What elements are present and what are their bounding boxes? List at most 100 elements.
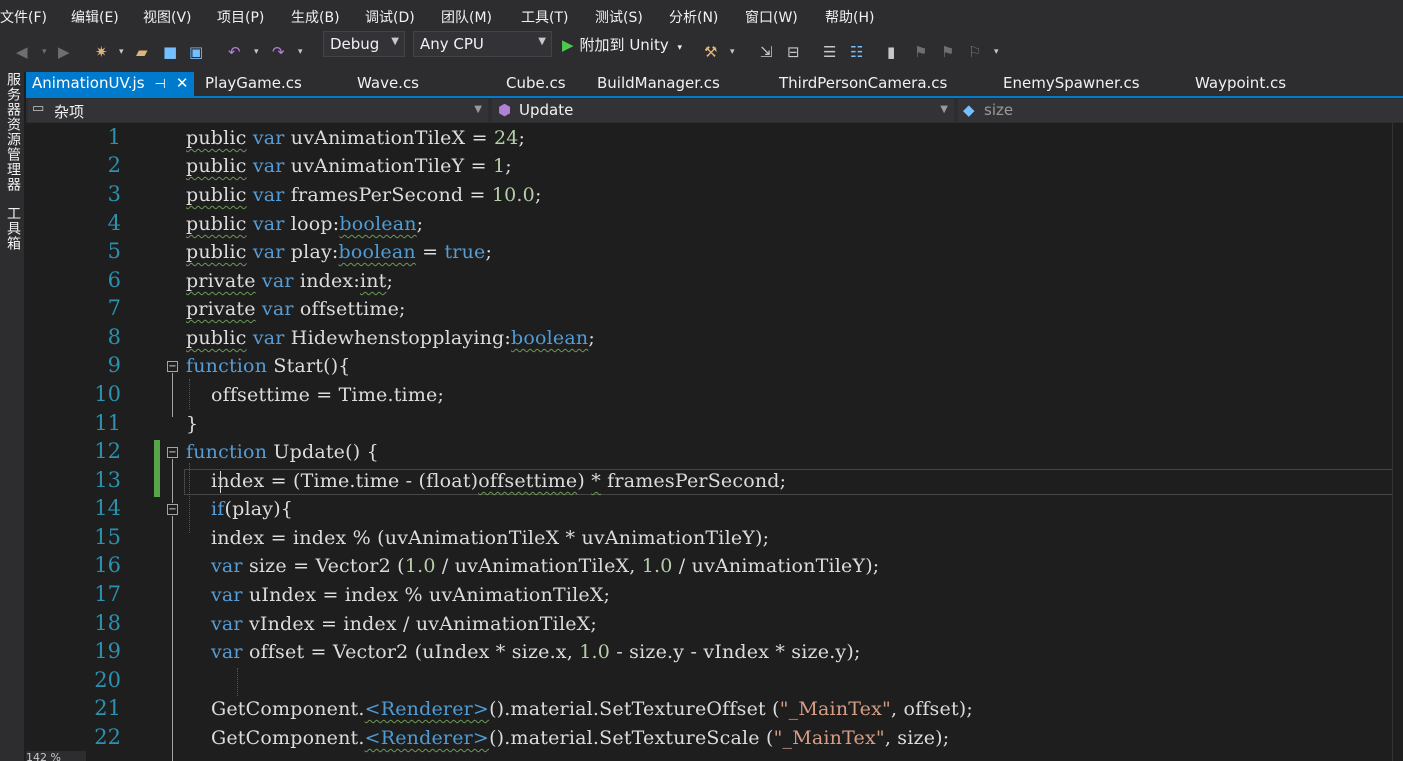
open-folder-icon[interactable]: ▰ (136, 42, 148, 62)
chevron-down-icon: ▼ (391, 36, 399, 47)
code-editor[interactable]: 1 2 3 4 5 6 7 8 9 10 11 12 13 14 15 16 17 18 19 20 21 22 − − … (26, 123, 1403, 761)
attach-unity-button[interactable]: ▶ 附加到 Unity ▾ (562, 34, 682, 55)
menu-file[interactable]: 文件(F) (0, 7, 47, 27)
menu-help[interactable]: 帮助(H) (825, 7, 874, 27)
line-number: 10 (94, 382, 121, 406)
menu-team[interactable]: 团队(M) (441, 7, 492, 27)
line-number: 11 (94, 411, 121, 435)
line-number: 4 (107, 211, 121, 235)
tab-cube[interactable]: Cube.cs (506, 72, 566, 96)
redo-icon[interactable]: ↷ (272, 42, 285, 62)
prev-bookmark-icon[interactable]: ⚑ (914, 42, 927, 62)
line-number: 8 (107, 325, 121, 349)
code-line: GetComponent.<Renderer>().material.SetTe… (186, 698, 973, 720)
bookmark-icon[interactable]: ▮ (887, 42, 895, 62)
toolbar-overflow-icon[interactable]: ▾ (994, 42, 999, 62)
attach-debugger-icon[interactable]: ⚒ (704, 42, 717, 62)
platform-select[interactable]: Any CPU ▼ (413, 31, 552, 57)
code-line: index = (Time.time - (float)offsettime) … (186, 470, 787, 492)
pin-icon[interactable]: ⊣ (155, 77, 166, 92)
undo-dropdown-icon[interactable]: ▾ (254, 42, 259, 62)
tab-label: AnimationUV.js (32, 74, 145, 92)
tab-waypoint[interactable]: Waypoint.cs (1195, 72, 1286, 96)
code-line: public var uvAnimationTileX = 24; (186, 127, 526, 149)
menu-debug[interactable]: 调试(D) (365, 7, 415, 27)
menu-analyze[interactable]: 分析(N) (669, 7, 718, 27)
line-number: 16 (94, 553, 121, 577)
menu-test[interactable]: 测试(S) (595, 7, 643, 27)
line-number: 13 (94, 468, 121, 492)
menu-view[interactable]: 视图(V) (143, 7, 192, 27)
back-dropdown-icon[interactable]: ▾ (42, 42, 47, 62)
code-line: var offset = Vector2 (uIndex * size.x, 1… (210, 641, 861, 663)
redo-dropdown-icon[interactable]: ▾ (298, 42, 303, 62)
new-dropdown-icon[interactable]: ▾ (119, 42, 124, 62)
code-line: public var framesPerSecond = 10.0; (186, 184, 542, 206)
back-icon[interactable]: ◀ (16, 42, 28, 62)
tab-label: BuildManager.cs (597, 74, 720, 92)
navigation-bar: ▭ 杂项 ▼ ⬢ Update ▼ ◆ size (26, 98, 1403, 123)
tab-enemyspawner[interactable]: EnemySpawner.cs (1003, 72, 1140, 96)
format-icon[interactable]: ⊟ (787, 42, 800, 62)
menu-build[interactable]: 生成(B) (291, 7, 340, 27)
tab-thirdpersoncamera[interactable]: ThirdPersonCamera.cs (779, 72, 947, 96)
symbol-dropdown[interactable]: ◆ size (958, 99, 1403, 122)
fold-line (172, 373, 173, 417)
tab-wave[interactable]: Wave.cs (357, 72, 419, 96)
fold-line (172, 516, 173, 761)
code-line: offsettime = Time.time; (186, 384, 445, 406)
code-line: private var offsettime; (186, 298, 406, 320)
change-indicator (154, 440, 160, 497)
save-all-icon[interactable]: ▣ (189, 42, 203, 62)
toolbox-tab[interactable]: 工具箱 (3, 206, 23, 251)
code-line: var uIndex = index % uvAnimationTileX; (210, 584, 611, 606)
clear-bookmarks-icon[interactable]: ⚐ (968, 42, 981, 62)
menu-window[interactable]: 窗口(W) (745, 7, 798, 27)
step-into-icon[interactable]: ⇲ (760, 42, 773, 62)
forward-icon[interactable]: ▶ (58, 42, 70, 62)
config-select[interactable]: Debug ▼ (323, 31, 405, 57)
fold-toggle-icon[interactable]: − (167, 361, 178, 372)
uncomment-icon[interactable]: ☷ (850, 42, 863, 62)
zoom-level[interactable]: 142 % (26, 751, 86, 761)
server-explorer-tab[interactable]: 服务器资源管理器 (3, 72, 23, 192)
line-number: 15 (94, 525, 121, 549)
code-line: } (186, 413, 199, 435)
fold-toggle-icon[interactable]: − (167, 504, 178, 515)
comment-icon[interactable]: ☰ (823, 42, 836, 62)
line-number: 21 (94, 696, 121, 720)
fold-toggle-icon[interactable]: − (167, 447, 178, 458)
next-bookmark-icon[interactable]: ⚑ (941, 42, 954, 62)
close-icon[interactable]: ✕ (176, 74, 189, 92)
attach-dropdown-icon[interactable]: ▾ (730, 42, 735, 62)
menu-project[interactable]: 项目(P) (217, 7, 264, 27)
scope-value: 杂项 (54, 103, 85, 121)
tab-buildmanager[interactable]: BuildManager.cs (597, 72, 720, 96)
line-number: 3 (107, 182, 121, 206)
save-icon[interactable]: ■ (163, 42, 177, 62)
play-icon: ▶ (562, 36, 574, 54)
tab-animationuv[interactable]: AnimationUV.js ⊣ ✕ (26, 72, 195, 96)
menu-edit[interactable]: 编辑(E) (71, 7, 119, 27)
tab-label: Wave.cs (357, 74, 419, 92)
line-number: 17 (94, 582, 121, 606)
tab-playgame[interactable]: PlayGame.cs (205, 72, 302, 96)
chevron-down-icon: ▾ (677, 43, 683, 53)
undo-icon[interactable]: ↶ (228, 42, 241, 62)
scope-dropdown[interactable]: ▭ 杂项 ▼ (28, 99, 488, 122)
chevron-down-icon: ▼ (538, 36, 546, 47)
member-dropdown[interactable]: ⬢ Update ▼ (492, 99, 954, 122)
code-line: var size = Vector2 (1.0 / uvAnimationTil… (210, 555, 880, 577)
menu-bar: 文件(F) 编辑(E) 视图(V) 项目(P) 生成(B) 调试(D) 团队(M… (0, 0, 1403, 32)
line-number: 2 (107, 153, 121, 177)
line-number: 19 (94, 639, 121, 663)
tab-label: PlayGame.cs (205, 74, 302, 92)
menu-tools[interactable]: 工具(T) (521, 7, 568, 27)
document-tabs: AnimationUV.js ⊣ ✕ PlayGame.cs Wave.cs Cub… (26, 72, 1403, 96)
vertical-scrollbar[interactable] (1392, 123, 1403, 761)
new-project-icon[interactable]: ✷ (95, 42, 108, 62)
line-number: 12 (94, 439, 121, 463)
line-number: 18 (94, 611, 121, 635)
line-number: 5 (107, 239, 121, 263)
chevron-down-icon: ▼ (474, 104, 482, 115)
